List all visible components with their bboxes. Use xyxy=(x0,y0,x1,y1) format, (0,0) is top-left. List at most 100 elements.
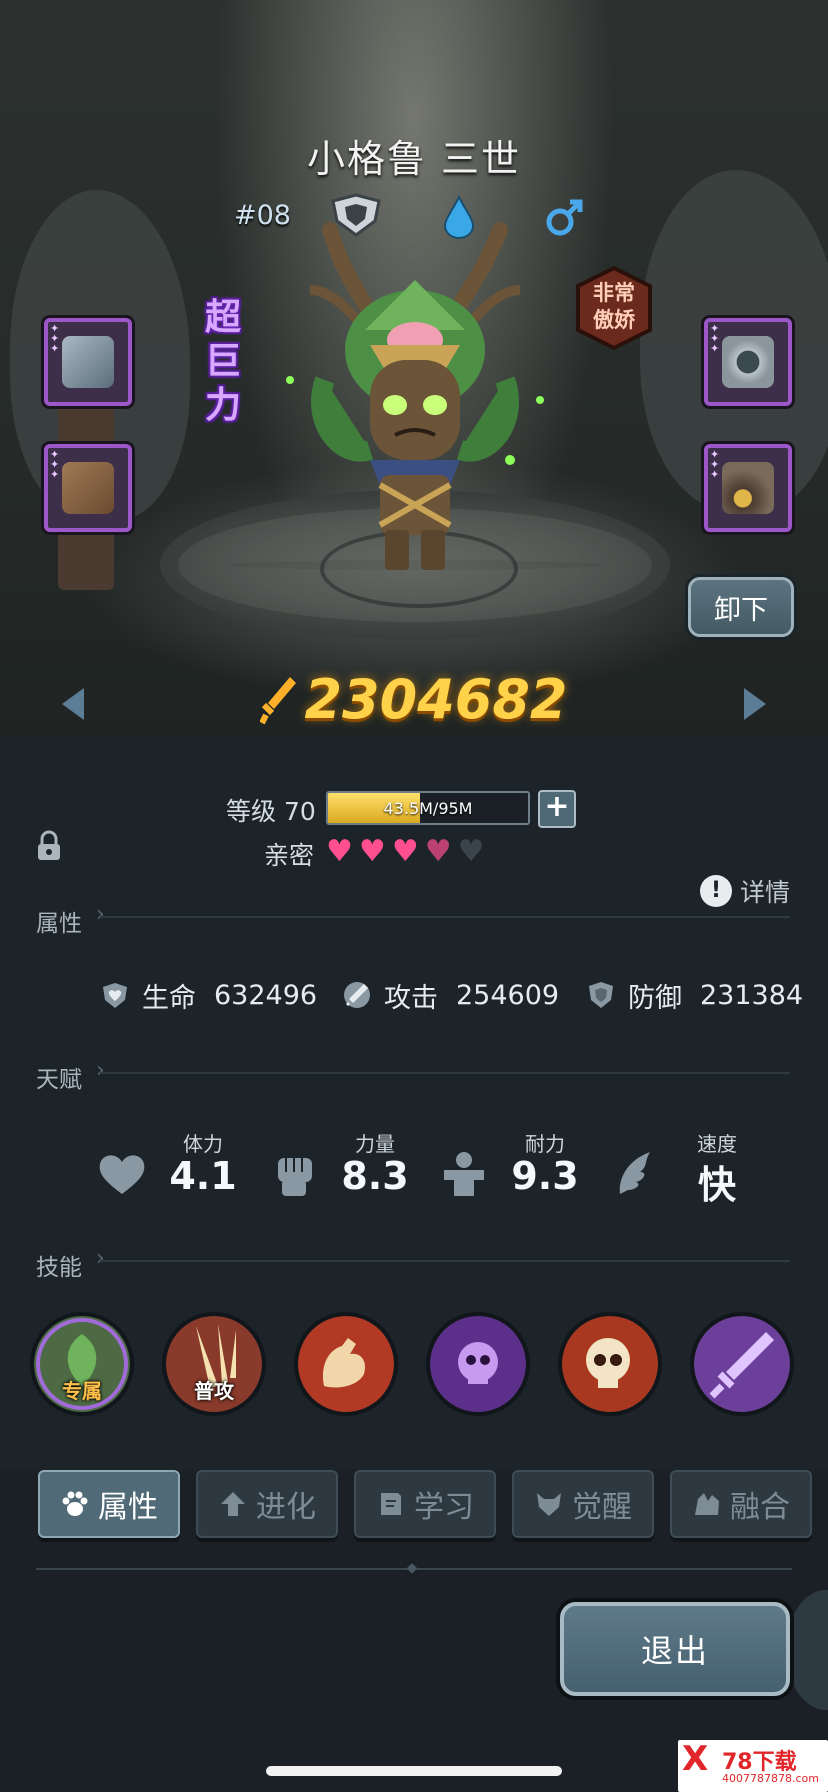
section-divider xyxy=(100,916,790,918)
details-button[interactable]: ! 详情 xyxy=(700,873,790,909)
personality-text: 非常 傲娇 xyxy=(593,281,635,332)
watermark-site: 4007787878.com xyxy=(722,1772,819,1785)
talent-value: 8.3 xyxy=(341,1154,409,1198)
attribute-label: 防御 xyxy=(628,982,682,1014)
skill-exclusive[interactable]: 专属 xyxy=(34,1316,130,1412)
attribute-hp: 生命 632496 xyxy=(100,972,317,1018)
tab-evolve[interactable]: 进化 xyxy=(196,1470,338,1538)
arrow-up-icon xyxy=(221,1492,245,1516)
personality-badge[interactable]: 非常 傲娇 xyxy=(572,265,656,351)
section-title-attributes: 属性 xyxy=(36,911,82,937)
tab-learn[interactable]: 学习 xyxy=(354,1470,496,1538)
star-rating-icon: ✦ ✦ ✦ xyxy=(50,448,60,481)
water-element-icon[interactable] xyxy=(442,195,476,239)
paw-icon xyxy=(62,1491,88,1516)
trait-badge[interactable]: 超 巨 力 xyxy=(188,296,258,434)
attribute-defense: 防御 231384 xyxy=(586,972,803,1018)
hero-character[interactable] xyxy=(270,220,560,590)
unequip-button[interactable]: 卸下 xyxy=(688,577,794,637)
talent-value: 9.3 xyxy=(511,1154,579,1198)
section-divider xyxy=(100,1260,790,1262)
level-label: 等级 70 xyxy=(226,797,316,826)
exclamation-icon: ! xyxy=(700,875,732,907)
skill-basic-attack[interactable]: 普攻 xyxy=(166,1316,262,1412)
collar-icon xyxy=(722,336,774,388)
equip-slot-accessory[interactable]: ✦ ✦ ✦ xyxy=(704,444,792,532)
attribute-label: 攻击 xyxy=(384,982,438,1014)
tab-label: 属性 xyxy=(98,1490,158,1525)
section-divider xyxy=(100,1072,790,1074)
skill-label: 普攻 xyxy=(194,1379,234,1403)
muscle-icon xyxy=(444,1152,484,1196)
tab-attributes[interactable]: 属性 xyxy=(38,1470,180,1538)
heart-icon: ♥ xyxy=(457,834,491,869)
flex-arm-icon xyxy=(298,1316,394,1412)
attribute-attack: 攻击 254609 xyxy=(342,972,559,1018)
intimacy-label: 亲密 xyxy=(264,841,315,870)
tab-label: 学习 xyxy=(414,1490,474,1525)
hero-name: 小格鲁 三世 xyxy=(306,137,522,181)
tab-label: 融合 xyxy=(730,1490,790,1525)
talent-label: 体力 xyxy=(183,1132,223,1156)
section-title-skills: 技能 xyxy=(36,1255,82,1281)
details-label: 详情 xyxy=(740,878,791,907)
tab-label: 觉醒 xyxy=(572,1490,632,1525)
heart-icon: ♥ xyxy=(424,834,458,869)
attribute-label: 生命 xyxy=(142,982,196,1014)
equip-slot-armor[interactable]: ✦ ✦ ✦ xyxy=(44,444,132,532)
skill-shadow[interactable] xyxy=(430,1316,526,1412)
heart-icon: ♥ xyxy=(326,834,359,869)
exp-progress-text: 43.5M/95M xyxy=(383,798,473,818)
hero-id: #08 xyxy=(234,200,291,231)
heart-icon: ♥ xyxy=(358,834,392,869)
combat-power-value: 2304682 xyxy=(304,668,568,731)
armor-icon xyxy=(62,462,114,514)
rank-shield-icon[interactable] xyxy=(327,193,385,237)
add-exp-button[interactable]: + xyxy=(538,790,576,828)
star-rating-icon: ✦ ✦ ✦ xyxy=(710,322,720,355)
intimacy-hearts: ♥♥♥♥♥ xyxy=(326,834,491,869)
heart-shield-icon xyxy=(103,983,127,1008)
claw-icon xyxy=(62,336,114,388)
dagger-icon xyxy=(694,1316,790,1412)
exp-progress-bar: 43.5M/95M xyxy=(326,791,530,825)
skill-power[interactable] xyxy=(298,1316,394,1412)
tab-label: 进化 xyxy=(256,1490,316,1525)
trait-char: 力 xyxy=(204,385,241,426)
section-title-talents: 天赋 xyxy=(36,1067,82,1093)
trait-char: 巨 xyxy=(204,341,241,382)
skill-dagger[interactable] xyxy=(694,1316,790,1412)
tab-awaken[interactable]: 觉醒 xyxy=(512,1470,654,1538)
attribute-value: 632496 xyxy=(214,979,318,1011)
divider-ornament-icon: ◆ xyxy=(406,1560,418,1576)
beast-head-icon xyxy=(537,1493,561,1516)
chevron-right-icon: › xyxy=(96,1246,105,1271)
star-rating-icon: ✦ ✦ ✦ xyxy=(710,448,720,481)
home-indicator[interactable] xyxy=(266,1766,562,1776)
heart-icon: ♥ xyxy=(391,834,425,869)
attribute-value: 254609 xyxy=(456,979,560,1011)
lock-icon[interactable] xyxy=(36,830,62,862)
equip-slot-weapon[interactable]: ✦ ✦ ✦ xyxy=(44,318,132,406)
chevron-right-icon: › xyxy=(96,902,105,927)
book-icon xyxy=(381,1493,401,1515)
shield-icon xyxy=(589,982,613,1008)
sword-power-icon xyxy=(260,676,297,724)
equip-slot-necklace[interactable]: ✦ ✦ ✦ xyxy=(704,318,792,406)
purple-skull-icon xyxy=(430,1316,526,1412)
chevron-right-icon: › xyxy=(96,1058,105,1083)
talent-label: 耐力 xyxy=(525,1132,565,1156)
sword-icon xyxy=(344,982,370,1008)
attribute-value: 231384 xyxy=(700,979,804,1011)
tab-fusion[interactable]: 融合 xyxy=(670,1470,812,1538)
exit-button[interactable]: 退出 xyxy=(560,1602,790,1696)
watermark-logo: X xyxy=(682,1739,709,1779)
star-rating-icon: ✦ ✦ ✦ xyxy=(50,322,60,355)
bell-collar-icon xyxy=(722,462,774,514)
wing-icon xyxy=(619,1152,650,1194)
talent-value: 快 xyxy=(697,1163,736,1207)
male-gender-icon xyxy=(546,199,583,236)
talent-label: 速度 xyxy=(697,1132,737,1156)
trait-char: 超 xyxy=(204,297,241,338)
skill-skull[interactable] xyxy=(562,1316,658,1412)
